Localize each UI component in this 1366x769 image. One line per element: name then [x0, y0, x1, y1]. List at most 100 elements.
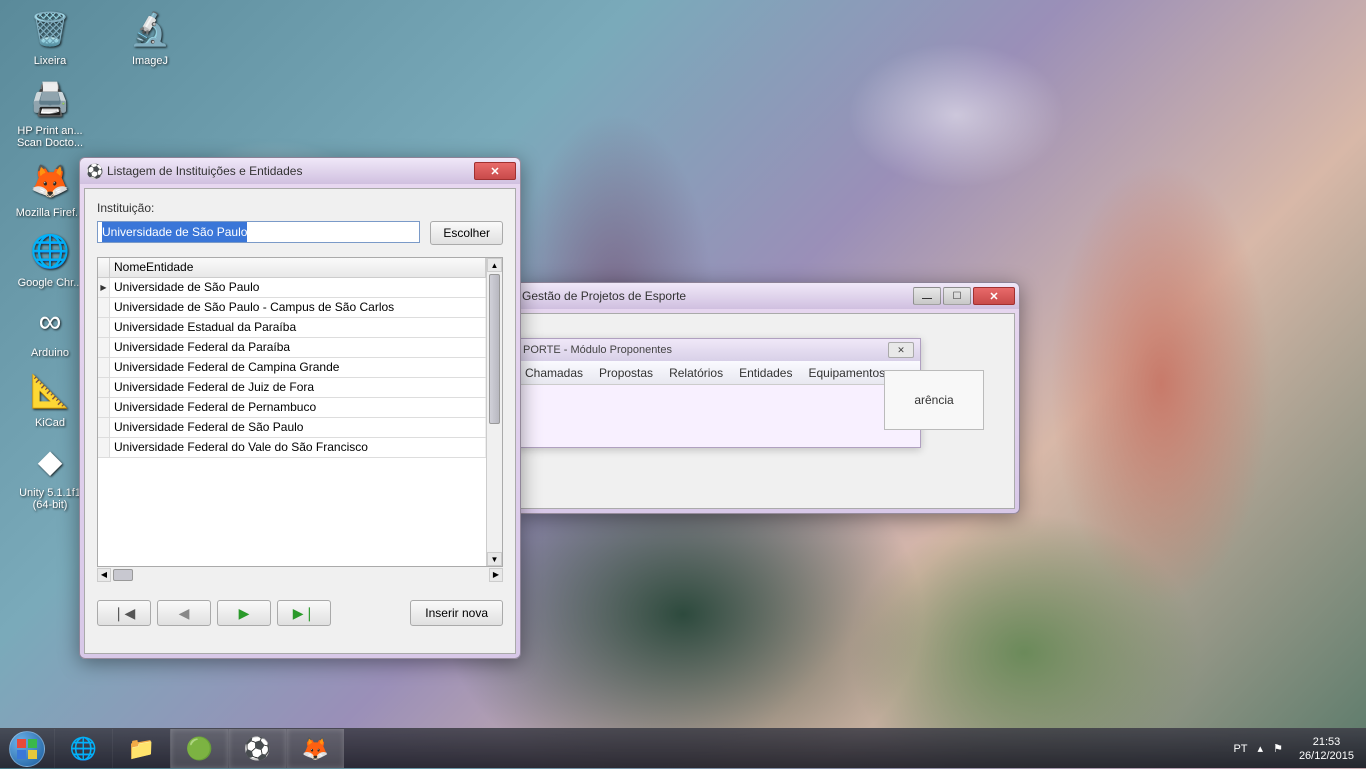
desktop-icon[interactable]: 📐 KiCad — [10, 367, 90, 429]
horizontal-scrollbar[interactable]: ◀ ▶ — [97, 566, 503, 582]
icon-glyph: ∞ — [26, 297, 74, 345]
escolher-button[interactable]: Escolher — [430, 221, 503, 245]
close-button[interactable] — [474, 162, 516, 180]
icon-glyph: ◆ — [26, 437, 74, 485]
row-marker — [98, 298, 110, 317]
icon-glyph: 🔬 — [126, 5, 174, 53]
tray-chevron-icon[interactable]: ▴ — [1258, 742, 1264, 755]
windows-logo-icon — [9, 731, 45, 767]
icon-glyph: 📐 — [26, 367, 74, 415]
nav-prev-button[interactable]: ◀ — [157, 600, 211, 626]
taskbar-item-explorer[interactable]: 📁 — [112, 729, 170, 768]
cell-nome-entidade: Universidade Federal de São Paulo — [110, 418, 486, 437]
row-marker — [98, 398, 110, 417]
menu-item[interactable]: Equipamentos — [808, 366, 885, 380]
icon-label: Google Chr... — [10, 277, 90, 289]
menu-item[interactable]: Propostas — [599, 366, 653, 380]
table-row[interactable]: Universidade Federal da Paraíba — [98, 338, 486, 358]
menu-bar: Chamadas Propostas Relatórios Entidades Equi… — [517, 361, 920, 385]
cell-nome-entidade: Universidade Federal de Juiz de Fora — [110, 378, 486, 397]
child-window-modulo-proponentes: PORTE - Módulo Proponentes Chamadas Propo… — [516, 338, 921, 448]
clock[interactable]: 21:53 26/12/2015 — [1293, 735, 1360, 763]
titlebar[interactable]: ⚽ Listagem de Instituições e Entidades — [80, 158, 520, 184]
scroll-left-icon[interactable]: ◀ — [97, 568, 111, 582]
menu-item[interactable]: Relatórios — [669, 366, 723, 380]
child-close-button[interactable] — [888, 342, 914, 358]
table-row[interactable]: Universidade Federal de Pernambuco — [98, 398, 486, 418]
cell-nome-entidade: Universidade de São Paulo - Campus de Sã… — [110, 298, 486, 317]
desktop-icon[interactable]: 🦊 Mozilla Firef... — [10, 157, 90, 219]
institutions-grid: NomeEntidade Universidade de São PauloUn… — [97, 257, 503, 567]
icon-label: Arduino — [10, 347, 90, 359]
cell-nome-entidade: Universidade Federal de Pernambuco — [110, 398, 486, 417]
desktop-icon[interactable]: 🌐 Google Chr... — [10, 227, 90, 289]
table-row[interactable]: Universidade Estadual da Paraíba — [98, 318, 486, 338]
cell-nome-entidade: Universidade Federal do Vale do São Fran… — [110, 438, 486, 457]
desktop-icon[interactable]: ◆Unity 5.1.1f1 (64-bit) — [10, 437, 90, 511]
row-marker — [98, 278, 110, 297]
menu-item[interactable]: Entidades — [739, 366, 792, 380]
table-row[interactable]: Universidade Federal de São Paulo — [98, 418, 486, 438]
row-marker — [98, 358, 110, 377]
table-row[interactable]: Universidade de São Paulo - Campus de Sã… — [98, 298, 486, 318]
window-title: Listagem de Instituições e Entidades — [107, 164, 472, 178]
icon-label: Lixeira — [10, 55, 90, 67]
nav-last-button[interactable]: ▶❘ — [277, 600, 331, 626]
icon-label: ImageJ — [110, 55, 190, 67]
maximize-button[interactable] — [943, 287, 971, 305]
icon-glyph: 🌐 — [26, 227, 74, 275]
taskbar-item-ie[interactable]: 🌐 — [54, 729, 112, 768]
close-button[interactable] — [973, 287, 1015, 305]
desktop-icon[interactable]: ∞ Arduino — [10, 297, 90, 359]
desktop-icon[interactable]: 🔬 ImageJ — [110, 5, 190, 67]
icon-label: Mozilla Firef... — [10, 207, 90, 219]
cell-nome-entidade: Universidade Estadual da Paraíba — [110, 318, 486, 337]
tray-flag-icon[interactable]: ⚑ — [1273, 742, 1283, 755]
scrollbar-thumb[interactable] — [489, 274, 500, 424]
table-row[interactable]: Universidade Federal de Campina Grande — [98, 358, 486, 378]
row-marker — [98, 318, 110, 337]
row-marker — [98, 378, 110, 397]
titlebar[interactable]: Gestão de Projetos de Esporte — [516, 283, 1019, 309]
taskbar-item-app[interactable]: ⚽ — [228, 729, 286, 768]
table-row[interactable]: Universidade Federal do Vale do São Fran… — [98, 438, 486, 458]
column-header[interactable]: NomeEntidade — [110, 258, 486, 277]
icon-glyph: 🦊 — [26, 157, 74, 205]
nav-first-button[interactable]: ❘◀ — [97, 600, 151, 626]
row-marker — [98, 338, 110, 357]
menu-item[interactable]: Chamadas — [525, 366, 583, 380]
aparencia-button[interactable]: arência — [884, 370, 984, 430]
scrollbar-thumb[interactable] — [113, 569, 133, 581]
grid-header: NomeEntidade — [98, 258, 486, 278]
vertical-scrollbar[interactable]: ▲ ▼ — [486, 258, 502, 566]
table-row[interactable]: Universidade Federal de Juiz de Fora — [98, 378, 486, 398]
language-indicator[interactable]: PT — [1233, 743, 1247, 755]
desktop-icon[interactable]: 🗑️Lixeira — [10, 5, 90, 67]
child-window-title: PORTE - Módulo Proponentes — [523, 344, 672, 356]
instituicao-label: Instituição: — [97, 201, 503, 215]
window-title: Gestão de Projetos de Esporte — [522, 289, 911, 303]
taskbar-item-gimp[interactable]: 🦊 — [286, 729, 344, 768]
nav-next-button[interactable]: ▶ — [217, 600, 271, 626]
minimize-button[interactable] — [913, 287, 941, 305]
taskbar: 🌐 📁 🟢 ⚽ 🦊 PT ▴ ⚑ 21:53 26/12/2015 — [0, 728, 1366, 768]
inserir-nova-button[interactable]: Inserir nova — [410, 600, 503, 626]
scroll-right-icon[interactable]: ▶ — [489, 568, 503, 582]
cell-nome-entidade: Universidade Federal da Paraíba — [110, 338, 486, 357]
row-marker — [98, 438, 110, 457]
taskbar-item-chrome[interactable]: 🟢 — [170, 729, 228, 768]
scroll-down-icon[interactable]: ▼ — [487, 552, 502, 566]
start-button[interactable] — [0, 729, 54, 769]
child-titlebar[interactable]: PORTE - Módulo Proponentes — [517, 339, 920, 361]
desktop-icon[interactable]: 🖨️HP Print an... Scan Docto... — [10, 75, 90, 149]
instituicao-input[interactable]: Universidade de São Paulo — [97, 221, 420, 243]
cell-nome-entidade: Universidade de São Paulo — [110, 278, 486, 297]
icon-label: KiCad — [10, 417, 90, 429]
icon-label: HP Print an... Scan Docto... — [10, 125, 90, 149]
table-row[interactable]: Universidade de São Paulo — [98, 278, 486, 298]
window-listagem-instituicoes: ⚽ Listagem de Instituições e Entidades I… — [79, 157, 521, 659]
soccer-ball-icon: ⚽ — [86, 163, 102, 179]
row-marker — [98, 418, 110, 437]
scroll-up-icon[interactable]: ▲ — [487, 258, 502, 272]
system-tray: PT ▴ ⚑ 21:53 26/12/2015 — [1227, 729, 1366, 768]
